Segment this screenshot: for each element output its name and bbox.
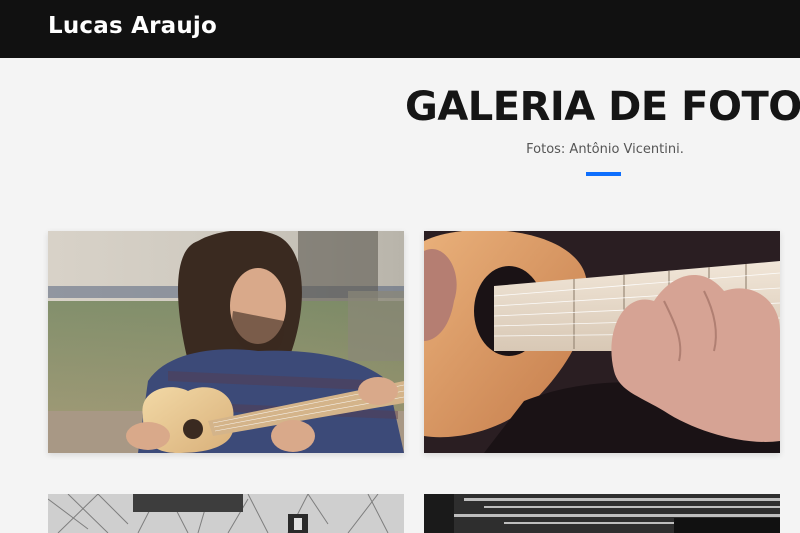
page-title: GALERIA DE FOTOS [405,84,800,130]
title-divider [586,172,621,176]
photo-credit: Fotos: Antônio Vicentini. [526,142,684,157]
fretboard-image [424,231,780,453]
brand-link[interactable]: Lucas Araujo [48,13,217,39]
gallery-photo-fretboard[interactable] [424,231,780,453]
gallery-photo-bw-2[interactable] [424,494,780,533]
guitarist-image [48,231,404,453]
gallery-photo-bw-1[interactable] [48,494,404,533]
bw-photo-image-1 [48,494,404,533]
bw-photo-image-2 [424,494,780,533]
gallery-photo-guitarist[interactable] [48,231,404,453]
top-navbar: Lucas Araujo [0,0,800,58]
